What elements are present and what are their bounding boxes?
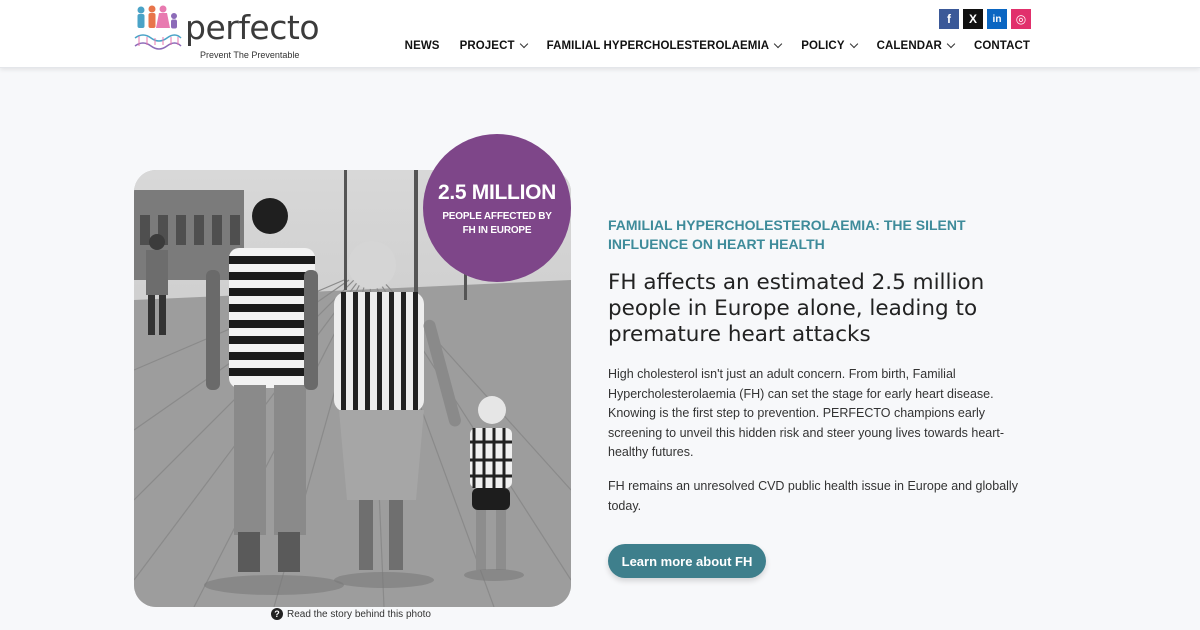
chevron-down-icon <box>773 39 783 49</box>
logo[interactable]: perfecto Prevent The Preventable <box>133 4 320 62</box>
site-header: perfecto Prevent The Preventable f X in … <box>0 0 1200 68</box>
nav-item-label: PROJECT <box>459 40 515 52</box>
learn-more-button[interactable]: Learn more about FH <box>608 544 766 578</box>
logo-wordmark: perfecto <box>185 8 320 47</box>
family-logo-icon <box>134 5 182 50</box>
section-kicker: FAMILIAL HYPERCHOLESTEROLAEMIA: THE SILE… <box>608 217 966 252</box>
nav-item-news[interactable]: NEWS <box>405 40 440 52</box>
chevron-down-icon <box>519 39 528 49</box>
stat-label: PEOPLE AFFECTED BY FH IN EUROPE <box>442 211 552 236</box>
nav-item-contact[interactable]: CONTACT <box>974 40 1030 52</box>
logo-tagline: Prevent The Preventable <box>200 50 300 60</box>
nav-item-label: FAMILIAL HYPERCHOLESTEROLAEMIA <box>546 40 770 52</box>
nav-item-policy[interactable]: POLICY <box>801 39 858 52</box>
main-nav: NEWS PROJECT FAMILIAL HYPERCHOLESTEROLAE… <box>405 39 1030 52</box>
nav-item-familial-hypercholesterolaemia[interactable]: FAMILIAL HYPERCHOLESTEROLAEMIA <box>546 39 783 52</box>
nav-item-label: CALENDAR <box>876 40 942 52</box>
stat-value: 2.5 MILLION <box>437 181 557 204</box>
nav-item-project[interactable]: PROJECT <box>459 39 528 52</box>
nav-item-label: NEWS <box>404 40 440 52</box>
body-paragraph-2: FH remains an unresolved CVD public heal… <box>608 479 1018 513</box>
nav-item-label: POLICY <box>801 40 845 52</box>
social-links: f X in ◎ <box>939 9 1031 29</box>
photo-caption-text: Read the story behind this photo <box>287 608 431 620</box>
x-icon[interactable]: X <box>963 9 983 29</box>
instagram-icon[interactable]: ◎ <box>1011 9 1031 29</box>
chevron-down-icon <box>849 39 858 49</box>
nav-item-calendar[interactable]: CALENDAR <box>876 39 956 52</box>
hero-headline: FH affects an estimated 2.5 million peop… <box>608 270 985 347</box>
linkedin-icon[interactable]: in <box>987 9 1007 29</box>
nav-item-label: CONTACT <box>973 40 1030 52</box>
photo-caption-link[interactable]: ? Read the story behind this photo <box>271 608 431 620</box>
stat-bubble: 2.5 MILLION PEOPLE AFFECTED BY FH IN EUR… <box>423 134 571 282</box>
question-icon: ? <box>271 608 283 620</box>
body-paragraph-1: High cholesterol isn't just an adult con… <box>608 367 1005 459</box>
facebook-icon[interactable]: f <box>939 9 959 29</box>
chevron-down-icon <box>946 39 956 49</box>
